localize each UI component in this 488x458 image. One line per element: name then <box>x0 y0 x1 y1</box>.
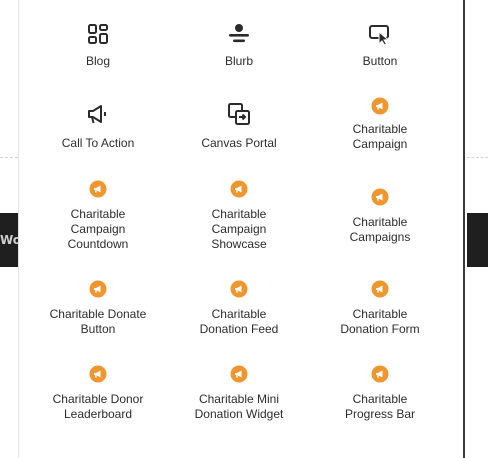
module-label: Charitable Mini Donation Widget <box>194 392 284 421</box>
module-charitable-campaign-showcase[interactable]: Charitable Campaign Showcase <box>169 180 309 252</box>
module-charitable-progress-bar[interactable]: Charitable Progress Bar <box>310 365 450 425</box>
module-label: Call To Action <box>61 136 135 150</box>
button-cursor-icon <box>367 21 393 47</box>
module-call-to-action[interactable]: Call To Action <box>28 100 168 155</box>
module-label: Canvas Portal <box>201 136 277 150</box>
module-label: Charitable Donation Feed <box>199 307 279 336</box>
charitable-icon <box>367 361 393 387</box>
module-picker-panel: Blog Blurb Button Call To Action Canvas … <box>18 0 465 458</box>
module-label: Charitable Donation Form <box>340 307 420 336</box>
module-canvas-portal[interactable]: Canvas Portal <box>169 100 309 155</box>
module-charitable-donate-button[interactable]: Charitable Donate Button <box>28 280 168 340</box>
charitable-icon <box>85 176 111 202</box>
blurb-icon <box>226 21 252 47</box>
background-dark-bar-left: Wo <box>0 213 21 267</box>
module-label: Charitable Campaign Showcase <box>211 207 267 251</box>
background-dark-bar-right <box>467 213 488 267</box>
charitable-icon <box>226 176 252 202</box>
module-label: Blog <box>85 54 111 68</box>
module-charitable-campaign-countdown[interactable]: Charitable Campaign Countdown <box>28 180 168 252</box>
module-charitable-campaign[interactable]: Charitable Campaign <box>310 96 450 156</box>
module-blurb[interactable]: Blurb <box>169 18 309 78</box>
module-blog[interactable]: Blog <box>28 18 168 78</box>
charitable-icon <box>367 93 393 119</box>
module-label: Charitable Campaign Countdown <box>67 207 129 251</box>
module-charitable-donation-form[interactable]: Charitable Donation Form <box>310 280 450 340</box>
module-charitable-donation-feed[interactable]: Charitable Donation Feed <box>169 280 309 340</box>
module-label: Charitable Donate Button <box>49 307 147 336</box>
background-divider-right <box>467 157 488 158</box>
megaphone-icon <box>85 101 111 127</box>
grid-layout-icon <box>85 21 111 47</box>
module-charitable-campaigns[interactable]: Charitable Campaigns <box>310 188 450 248</box>
module-button[interactable]: Button <box>310 18 450 78</box>
module-label: Blurb <box>224 54 253 68</box>
charitable-icon <box>226 361 252 387</box>
module-label: Button <box>362 54 398 68</box>
canvas-portal-icon <box>226 101 252 127</box>
module-label: Charitable Campaigns <box>349 215 411 244</box>
module-charitable-donor-leaderboard[interactable]: Charitable Donor Leaderboard <box>28 365 168 425</box>
module-charitable-mini-donation-widget[interactable]: Charitable Mini Donation Widget <box>169 365 309 425</box>
module-label: Charitable Donor Leaderboard <box>52 392 144 421</box>
charitable-icon <box>85 361 111 387</box>
module-label: Charitable Campaign <box>352 122 408 151</box>
charitable-icon <box>367 276 393 302</box>
charitable-icon <box>85 276 111 302</box>
module-label: Charitable Progress Bar <box>344 392 416 421</box>
charitable-icon <box>367 184 393 210</box>
background-divider-left <box>0 157 18 158</box>
charitable-icon <box>226 276 252 302</box>
